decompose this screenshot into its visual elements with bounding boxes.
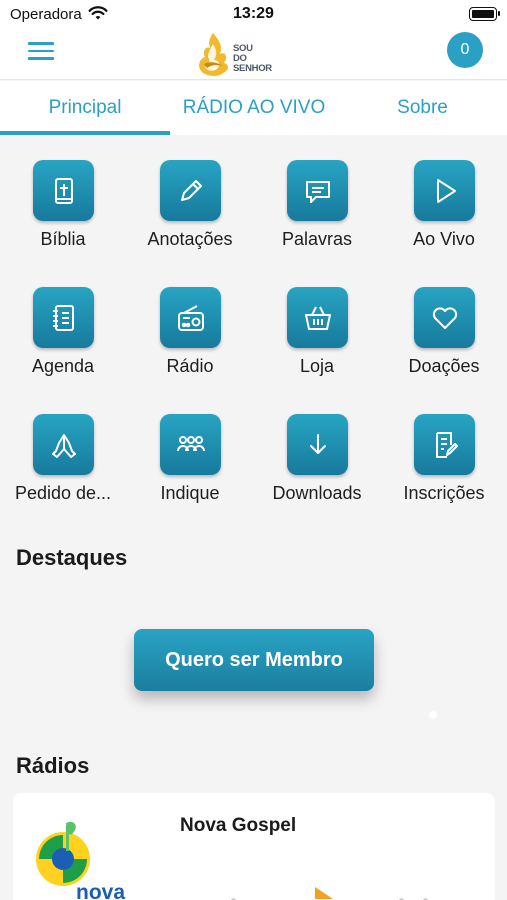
grid-item-indique[interactable]: Indique	[127, 414, 253, 524]
grid-item-label: Doações	[408, 356, 480, 376]
logo-text: SOU DO SENHOR	[233, 44, 278, 74]
active-tab-indicator	[0, 131, 170, 135]
grid-item-label: Indique	[160, 483, 220, 503]
battery-icon	[469, 7, 500, 21]
heart-icon	[432, 306, 457, 329]
play-button-icon[interactable]	[313, 885, 335, 900]
section-title-destaques: Destaques	[16, 545, 128, 570]
grid-item-doacoes[interactable]: Doações	[381, 287, 507, 397]
tile	[33, 414, 94, 475]
grid-item-ao-vivo[interactable]: Ao Vivo	[381, 160, 507, 270]
radio-logo-text: nova	[76, 881, 125, 900]
pencil-icon	[180, 179, 202, 201]
flame-dove-logo-icon	[199, 33, 228, 76]
grid-item-radio[interactable]: Rádio	[127, 287, 253, 397]
hamburger-line	[28, 57, 54, 60]
radio-card[interactable]: nova Nova Gospel	[13, 793, 495, 900]
app-logo: SOU DO SENHOR	[193, 30, 278, 80]
logo-line: SENHOR	[233, 63, 272, 74]
menu-button[interactable]	[28, 42, 54, 64]
cart-count-badge[interactable]: 0	[447, 32, 483, 68]
form-icon	[435, 431, 458, 458]
tile	[160, 160, 221, 221]
hamburger-line	[28, 49, 54, 52]
grid-item-loja[interactable]: Loja	[254, 287, 380, 397]
tile	[414, 414, 475, 475]
hamburger-line	[28, 42, 54, 45]
download-icon	[309, 433, 326, 454]
chat-icon	[305, 180, 330, 203]
tile	[160, 287, 221, 348]
app-header: SOU DO SENHOR 0	[0, 30, 507, 80]
radio-icon	[177, 304, 204, 331]
clock: 13:29	[233, 5, 274, 22]
basket-icon	[304, 306, 331, 330]
grid-item-anotacoes[interactable]: Anotações	[127, 160, 253, 270]
grid-item-label: Agenda	[31, 356, 95, 376]
bible-icon	[54, 177, 73, 204]
carousel-dot[interactable]	[429, 711, 437, 719]
notebook-icon	[52, 304, 74, 331]
grid-item-downloads[interactable]: Downloads	[254, 414, 380, 524]
tab-bar: Principal RÁDIO AO VIVO Sobre	[0, 81, 507, 135]
tile	[33, 287, 94, 348]
grid-item-label: Downloads	[272, 483, 362, 503]
grid-item-label: Inscrições	[403, 483, 485, 503]
tile	[287, 160, 348, 221]
grid-item-label: Ao Vivo	[413, 229, 475, 249]
tile	[414, 287, 475, 348]
section-title-radios: Rádios	[16, 753, 90, 778]
tile	[287, 287, 348, 348]
grid-item-biblia[interactable]: Bíblia	[0, 160, 126, 270]
grid-item-palavras[interactable]: Palavras	[254, 160, 380, 270]
status-bar: Operadora 13:29	[0, 0, 507, 30]
grid-item-label: Palavras	[281, 229, 353, 249]
grid-item-label: Anotações	[147, 229, 233, 249]
tile	[160, 414, 221, 475]
tab-principal[interactable]: Principal	[0, 81, 170, 135]
grid-item-label: Pedido de...	[14, 483, 112, 503]
radio-name: Nova Gospel	[180, 815, 297, 836]
grid-item-inscricoes[interactable]: Inscrições	[381, 414, 507, 524]
people-icon	[176, 435, 205, 451]
grid-item-label: Rádio	[166, 356, 214, 376]
tile	[287, 414, 348, 475]
grid-item-pedido[interactable]: Pedido de...	[0, 414, 126, 524]
join-member-button[interactable]: Quero ser Membro	[134, 629, 374, 691]
grid-item-label: Bíblia	[40, 229, 86, 249]
nova-gospel-logo-icon: nova	[36, 821, 125, 900]
grid-item-agenda[interactable]: Agenda	[0, 287, 126, 397]
tile	[414, 160, 475, 221]
grid-item-label: Loja	[299, 356, 335, 376]
tab-sobre[interactable]: Sobre	[338, 81, 507, 135]
play-icon	[436, 178, 456, 203]
praying-hands-icon	[51, 433, 76, 458]
tab-radio-ao-vivo[interactable]: RÁDIO AO VIVO	[170, 81, 338, 135]
tile	[33, 160, 94, 221]
